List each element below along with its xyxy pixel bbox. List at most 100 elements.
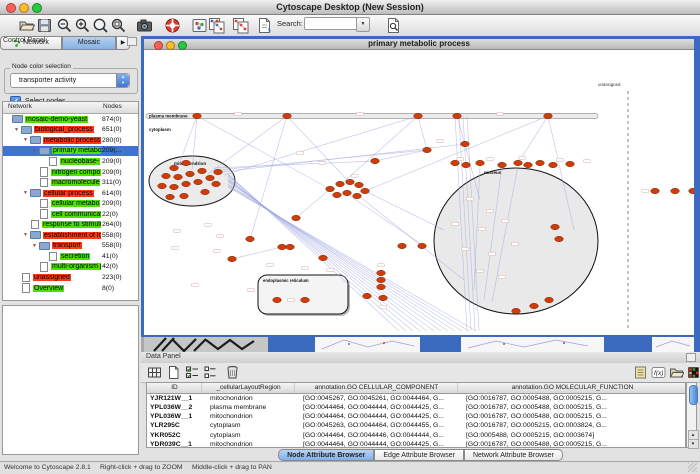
save-icon[interactable] [36, 17, 53, 34]
network-node[interactable] [206, 175, 215, 180]
help-ring-icon[interactable] [164, 17, 181, 34]
network-node[interactable] [162, 173, 171, 178]
zoom-in-icon[interactable] [74, 17, 91, 34]
tree-item-mosaic-demo-yeast[interactable]: mosaic-demo-yeast874(0) [3, 114, 138, 125]
table-row-YPL036W__2[interactable]: YPL036W__2plasma membrane[GO:0044464, GO… [147, 403, 685, 412]
network-node[interactable] [336, 181, 345, 186]
network-node[interactable] [319, 255, 328, 260]
network-node[interactable] [512, 308, 521, 313]
network-node[interactable] [193, 113, 202, 118]
select-attributes-icon[interactable] [185, 365, 200, 380]
show-graphics-details-icon[interactable] [208, 17, 225, 34]
network-canvas[interactable]: plasma membrane cytoplasm mitochondrion … [144, 50, 694, 335]
network-node[interactable] [246, 236, 255, 241]
zoom-window-icon[interactable] [32, 3, 42, 13]
vizmapper-icon[interactable] [191, 17, 208, 34]
search-dropdown-button[interactable]: ▼ [356, 17, 370, 32]
column-header-0[interactable]: ID [147, 384, 202, 391]
network-node[interactable] [453, 113, 462, 118]
network-node[interactable] [278, 244, 287, 249]
inner-close-icon[interactable] [154, 41, 163, 50]
formula-builder-icon[interactable]: f(x) [651, 365, 666, 380]
network-node[interactable] [166, 194, 175, 199]
network-node[interactable] [355, 182, 364, 187]
zoom-selected-region-icon[interactable] [110, 17, 127, 34]
expand-arrow-icon[interactable]: ▼ [32, 148, 39, 154]
heatmap-icon[interactable] [687, 365, 700, 380]
table-row-YJR121W__1[interactable]: YJR121W__1mitochondrion[GO:0045267, GO:0… [147, 394, 685, 403]
expand-arrow-icon[interactable]: ▼ [32, 243, 39, 249]
network-node[interactable] [544, 113, 553, 118]
tab-node-attribute-browser[interactable]: Node Attribute Browser [278, 449, 374, 461]
column-header-3[interactable]: annotation.GO MOLECULAR_FUNCTION [458, 384, 686, 391]
inner-zoom-icon[interactable] [178, 41, 187, 50]
tree-item-cellular-process[interactable]: ▼cellular process614(0) [3, 188, 138, 199]
network-node[interactable] [174, 174, 183, 179]
network-node[interactable] [671, 188, 680, 193]
network-node[interactable] [524, 162, 533, 167]
network-node[interactable] [462, 162, 471, 167]
network-node[interactable] [182, 181, 191, 186]
expand-arrow-icon[interactable]: ▼ [23, 137, 30, 143]
network-node[interactable] [461, 141, 470, 146]
tree-item-establishment-of-lo[interactable]: ▼establishment of lo558(0) [3, 230, 138, 241]
scrollbar-thumb[interactable] [689, 385, 698, 405]
network-node[interactable] [545, 297, 554, 302]
tree-item-primary-metabo[interactable]: ▼primary metabo209(... [3, 146, 138, 157]
resize-grip[interactable] [688, 463, 697, 472]
network-node[interactable] [379, 295, 388, 300]
network-node[interactable] [228, 256, 237, 261]
tree-item-cellular-metabo[interactable]: cellular metabo209(0) [3, 198, 138, 209]
close-window-icon[interactable] [6, 3, 16, 13]
network-node[interactable] [363, 293, 372, 298]
network-node[interactable] [361, 188, 370, 193]
expand-arrow-icon[interactable]: ▼ [23, 232, 30, 238]
tree-item-cell-communicat[interactable]: cell communicat22(0) [3, 209, 138, 220]
open-folder-icon[interactable] [18, 17, 35, 34]
tree-item-overview[interactable]: Overview8(0) [3, 283, 138, 294]
table-row-YKR052C[interactable]: YKR052Ccytoplasm[GO:0044464, GO:0044446,… [147, 431, 685, 440]
birds-eye-view[interactable] [2, 305, 139, 455]
network-node[interactable] [423, 147, 432, 152]
hide-graphics-details-icon[interactable] [232, 17, 249, 34]
network-node[interactable] [286, 244, 295, 249]
background-windows[interactable] [144, 337, 694, 352]
table-row-YLR295C[interactable]: YLR295Ccytoplasm[GO:0045263, GO:0044464,… [147, 422, 685, 431]
network-node[interactable] [326, 186, 335, 191]
tree-item-macromolecule[interactable]: macromolecule311(0) [3, 177, 138, 188]
network-node[interactable] [377, 284, 386, 289]
network-node[interactable] [476, 160, 485, 165]
network-node[interactable] [158, 183, 167, 188]
network-node[interactable] [555, 236, 564, 241]
network-node[interactable] [530, 303, 539, 308]
table-scrollbar[interactable]: ▲ ▼ [686, 382, 697, 448]
network-window-titlebar[interactable]: primary metabolic process [144, 39, 694, 50]
network-node[interactable] [201, 189, 210, 194]
attribute-list-icon[interactable] [203, 365, 218, 380]
network-node[interactable] [451, 160, 460, 165]
network-node[interactable] [170, 165, 179, 170]
attribute-grid-icon[interactable] [147, 365, 162, 380]
network-node[interactable] [292, 215, 301, 220]
network-node[interactable] [186, 171, 195, 176]
tree-item-secretion[interactable]: secretion41(0) [3, 251, 138, 262]
network-node[interactable] [180, 193, 189, 198]
search-input[interactable] [304, 17, 358, 30]
network-node[interactable] [346, 179, 355, 184]
network-node[interactable] [566, 161, 575, 166]
node-color-dropdown[interactable]: transporter activity ▲▼ [10, 73, 130, 88]
network-node[interactable] [333, 192, 342, 197]
network-node[interactable] [689, 188, 694, 193]
network-node[interactable] [498, 162, 507, 167]
zoom-fit-icon[interactable] [92, 17, 109, 34]
network-node[interactable] [343, 190, 352, 195]
network-node[interactable] [414, 113, 423, 118]
plugin-page-icon[interactable] [256, 17, 273, 34]
tree-item-response-to-stimulu[interactable]: response to stimulu264(0) [3, 219, 138, 230]
create-attribute-icon[interactable] [166, 365, 181, 380]
network-node[interactable] [198, 168, 207, 173]
tree-item-unassigned[interactable]: unassigned223(0) [3, 272, 138, 283]
network-node[interactable] [536, 160, 545, 165]
tree-item-biological-process[interactable]: ▼biological_process651(0) [3, 125, 138, 136]
expand-arrow-icon[interactable]: ▼ [23, 190, 30, 196]
